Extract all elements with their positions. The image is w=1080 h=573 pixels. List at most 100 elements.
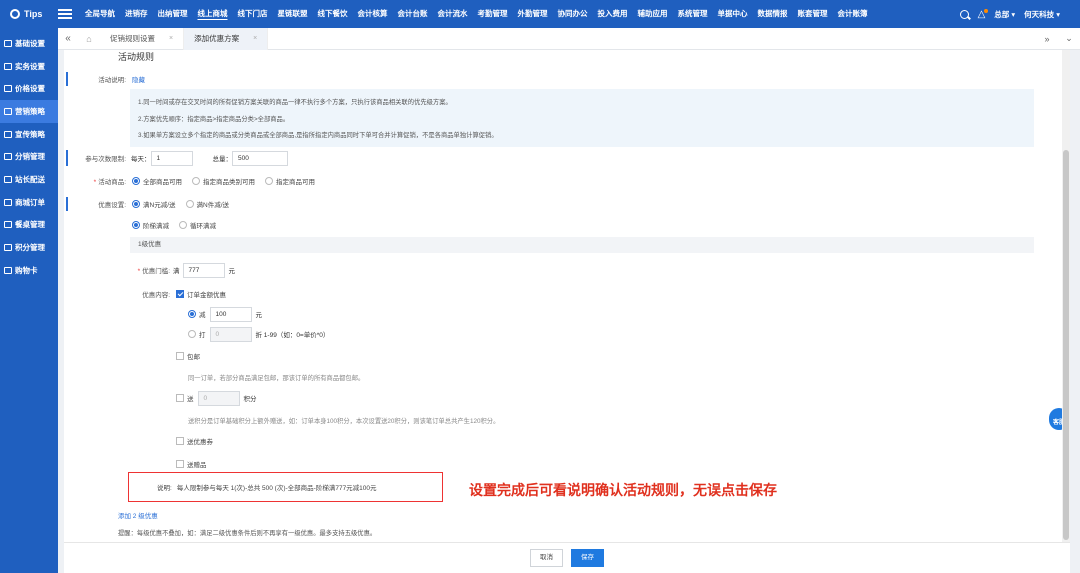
menu-item[interactable]: 线下餐饮 xyxy=(313,0,353,28)
notice-line: 2.方案优先顺序：指定商品>指定商品分类>全部商品。 xyxy=(138,115,290,123)
menu-item[interactable]: 会计流水 xyxy=(433,0,473,28)
sidebar-item[interactable]: 营销策略 xyxy=(0,100,58,123)
radio-icon xyxy=(132,177,140,185)
menu-item[interactable]: 考勤管理 xyxy=(473,0,513,28)
form-panel: 活动规则 活动说明: 隐藏 1.同一时间或存在交叉时间的所有促销方案关联的商品一… xyxy=(64,50,1070,542)
close-icon[interactable]: × xyxy=(253,28,257,50)
sidebar-item[interactable]: 餐桌管理 xyxy=(0,214,58,237)
company-selector[interactable]: 何天科技 ▾ xyxy=(1024,9,1060,20)
menu-item[interactable]: 投入费用 xyxy=(593,0,633,28)
discount-input[interactable]: 0 xyxy=(209,326,252,342)
free-ship-checkbox[interactable]: 包邮 xyxy=(176,351,200,361)
mode-option-tier[interactable]: 阶梯满减 xyxy=(132,220,169,230)
sidebar-item[interactable]: 分销管理 xyxy=(0,145,58,168)
threshold-prefix: 满 xyxy=(173,268,180,275)
sidebar-item-label: 购物卡 xyxy=(15,265,38,275)
menu-item[interactable]: 辅助应用 xyxy=(633,0,673,28)
logo-text: Tips xyxy=(24,9,43,19)
bell-icon[interactable]: △ xyxy=(978,8,989,20)
desc-row: 活动说明: 隐藏 xyxy=(64,72,145,86)
threshold-input[interactable]: 777 xyxy=(182,262,225,278)
sidebar-item-label: 宣传策略 xyxy=(15,129,45,139)
discount-radio[interactable]: 打 xyxy=(188,329,206,339)
per-day-input[interactable]: 1 xyxy=(150,150,193,166)
sidebar-item[interactable]: 基础设置 xyxy=(0,32,58,55)
order-discount-checkbox[interactable]: 订单金额优惠 xyxy=(176,289,226,299)
top-nav: Tips 全局导航 进销存 出纳管理 线上商城 线下门店 星链联盟 线下餐饮 会计核算 会计台账… xyxy=(0,0,1080,28)
points-input[interactable]: 0 xyxy=(197,390,240,406)
minus-input[interactable]: 100 xyxy=(209,306,252,322)
menu-item[interactable]: 数据情报 xyxy=(753,0,793,28)
menu-item[interactable]: 单据中心 xyxy=(713,0,753,28)
menu-item[interactable]: 会计账簿 xyxy=(833,0,873,28)
checkbox-icon xyxy=(176,290,184,298)
tab-add-promo[interactable]: 添加优惠方案 × xyxy=(184,27,269,50)
scrollbar-thumb[interactable] xyxy=(1063,150,1069,540)
points-checkbox[interactable]: 送 xyxy=(176,393,194,403)
menu-item[interactable]: 会计台账 xyxy=(393,0,433,28)
total-input[interactable]: 500 xyxy=(232,150,288,166)
menu-item[interactable]: 会计核算 xyxy=(353,0,393,28)
menu-item[interactable]: 进销存 xyxy=(120,0,153,28)
coupon-checkbox[interactable]: 送优惠券 xyxy=(176,436,213,446)
sidebar-item[interactable]: 价格设置 xyxy=(0,77,58,100)
sidebar-item-label: 站长配送 xyxy=(15,174,45,184)
minus-unit: 元 xyxy=(255,312,263,319)
promo-option-count[interactable]: 满N件减/送 xyxy=(185,199,229,209)
notification-dot xyxy=(984,8,989,13)
coupon-row: 送优惠券 xyxy=(176,435,223,447)
goods-option-category[interactable]: 指定商品类别可用 xyxy=(192,176,255,186)
reminder-text: 提醒：每级优惠不叠加，如：满足二级优惠条件后则不再享有一级优惠。最多支持五级优惠… xyxy=(118,530,377,537)
menu-item[interactable]: 账套管理 xyxy=(793,0,833,28)
tabs-forward-icon[interactable]: » xyxy=(1036,34,1058,44)
total-label: 总量： xyxy=(212,156,233,163)
add-level-link[interactable]: 添加 2 级优惠 xyxy=(118,510,158,520)
gear-icon xyxy=(10,9,20,19)
minus-row: 减 100 元 xyxy=(188,306,262,322)
sidebar-item[interactable]: 积分管理 xyxy=(0,236,58,259)
menu-item[interactable]: 系统管理 xyxy=(673,0,713,28)
checkbox-icon xyxy=(176,460,184,468)
promo-option-amount[interactable]: 满N元减/送 xyxy=(132,199,176,209)
notice-box: 1.同一时间或存在交叉时间的所有促销方案关联的商品一律不执行多个方案，只执行该商… xyxy=(130,89,1034,147)
sidebar-item[interactable]: 商城订单 xyxy=(0,191,58,214)
gift-checkbox[interactable]: 送赠品 xyxy=(176,459,207,469)
sidebar-item-label: 基础设置 xyxy=(15,38,45,48)
menu-item[interactable]: 协同办公 xyxy=(553,0,593,28)
home-icon[interactable]: ⌂ xyxy=(78,34,100,44)
save-button[interactable]: 保存 xyxy=(571,549,604,567)
hide-link[interactable]: 隐藏 xyxy=(132,74,145,84)
sidebar-item[interactable]: 站长配送 xyxy=(0,168,58,191)
menu-item[interactable]: 星链联盟 xyxy=(273,0,313,28)
chevron-down-icon[interactable]: ⌄ xyxy=(1058,33,1080,44)
discount-row: 打 0 折 1-99（如：0=单价*0） xyxy=(188,326,329,342)
module-icon xyxy=(4,85,12,93)
sidebar-item-label: 商城订单 xyxy=(15,197,45,207)
annotation-text: 设置完成后可看说明确认活动规则，无误点击保存 xyxy=(469,483,777,499)
sidebar-item[interactable]: 宣传策略 xyxy=(0,123,58,146)
menu-toggle-icon[interactable] xyxy=(58,9,72,19)
sidebar-item[interactable]: 实务设置 xyxy=(0,55,58,78)
tabs-back-icon[interactable]: « xyxy=(58,33,78,44)
promo-label: 优惠设置: xyxy=(98,202,126,209)
logo[interactable]: Tips xyxy=(0,9,58,19)
search-icon[interactable] xyxy=(959,9,969,19)
close-icon[interactable]: × xyxy=(169,28,173,50)
menu-item[interactable]: 线上商城 xyxy=(193,0,233,28)
menu-item[interactable]: 全局导航 xyxy=(80,0,120,28)
per-day-label: 每天： xyxy=(131,156,151,163)
menu-item[interactable]: 线下门店 xyxy=(233,0,273,28)
module-icon xyxy=(4,130,12,138)
goods-option-all[interactable]: 全部商品可用 xyxy=(132,176,182,186)
gift-row: 送赠品 xyxy=(176,458,217,470)
minus-radio[interactable]: 减 xyxy=(188,309,206,319)
mode-option-loop[interactable]: 循环满减 xyxy=(179,220,216,230)
cancel-button[interactable]: 取消 xyxy=(530,549,563,567)
sidebar-item[interactable]: 购物卡 xyxy=(0,259,58,282)
menu-item[interactable]: 外勤管理 xyxy=(513,0,553,28)
menu-item[interactable]: 出纳管理 xyxy=(153,0,193,28)
tab-promo-rules[interactable]: 促销规则设置 × xyxy=(100,27,185,50)
goods-option-specific[interactable]: 指定商品可用 xyxy=(265,176,315,186)
goods-label: * 活动商品: xyxy=(93,179,126,186)
branch-selector[interactable]: 总部 ▾ xyxy=(994,9,1015,20)
